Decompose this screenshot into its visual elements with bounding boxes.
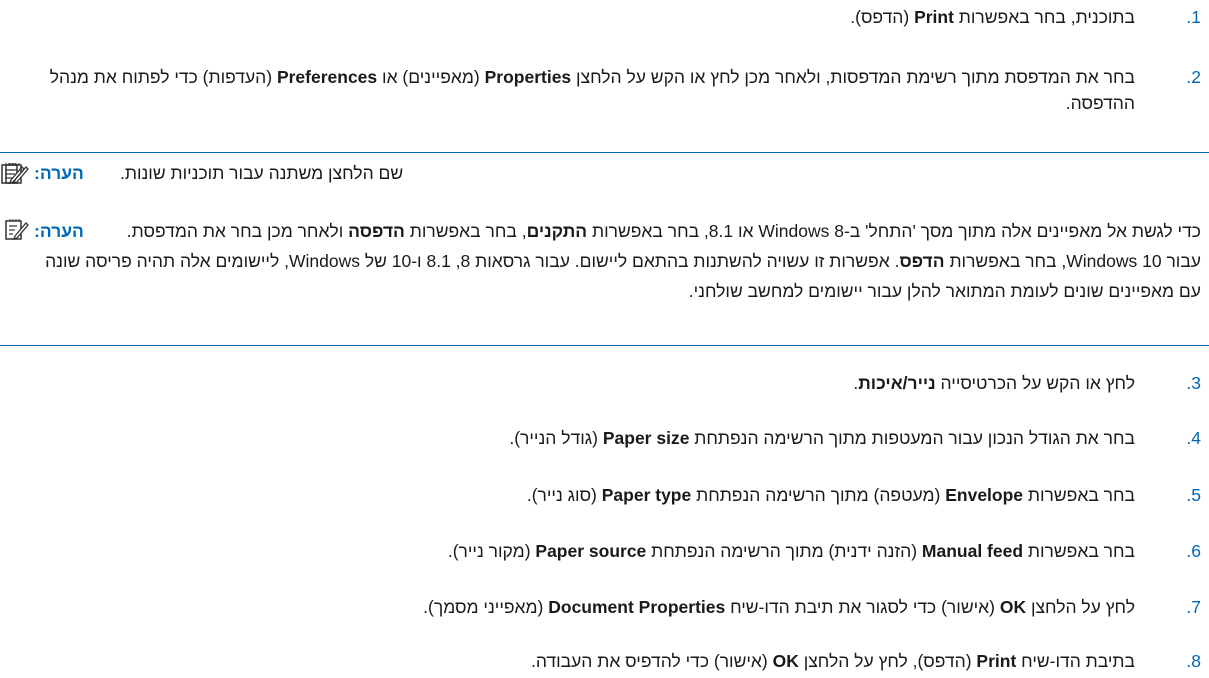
step-number: 8. [1186, 651, 1201, 671]
note-icon [5, 219, 29, 241]
step-7: 7. לחץ על הלחצן OK (אישור) כדי לסגור את … [0, 594, 1209, 620]
step-text: בחר את המדפסת מתוך רשימת המדפסות, ולאחר … [49, 67, 1135, 113]
note-2-content: הערה: כדי לגשת אל מאפיינים אלה מתוך מסך … [34, 216, 1201, 306]
step-number: 2. [1186, 67, 1201, 87]
step-text: בחר באפשרות Manual feed (הזנה ידנית) מתו… [447, 541, 1135, 561]
step-number: 7. [1186, 597, 1201, 617]
step-text: בחר באפשרות Envelope (מעטפה) מתוך הרשימה… [526, 485, 1135, 505]
note-icon [5, 163, 29, 185]
note-text: שם הלחצן משתנה עבור תוכניות שונות. [120, 163, 404, 183]
step-1: 1. בתוכנית, בחר באפשרות Print (הדפס). [0, 4, 1209, 30]
step-text: לחץ על הלחצן OK (אישור) כדי לסגור את תיב… [423, 597, 1135, 617]
note-label: הערה: [34, 163, 84, 183]
step-text: לחץ או הקש על הכרטיסייה נייר/איכות. [853, 373, 1135, 393]
step-number: 3. [1186, 373, 1201, 393]
step-3: 3. לחץ או הקש על הכרטיסייה נייר/איכות. [0, 370, 1209, 396]
note-2-text: הערה: כדי לגשת אל מאפיינים אלה מתוך מסך … [34, 216, 1201, 306]
step-5: 5. בחר באפשרות Envelope (מעטפה) מתוך הרש… [0, 482, 1209, 508]
step-number: 4. [1186, 428, 1201, 448]
note-bottom-rule [0, 345, 1209, 346]
step-text: בחר את הגודל הנכון עבור המעטפות מתוך הרש… [509, 428, 1135, 448]
note-top-rule [0, 152, 1209, 153]
step-2: 2. בחר את המדפסת מתוך רשימת המדפסות, ולא… [0, 64, 1209, 116]
step-number: 1. [1186, 7, 1201, 27]
step-number: 6. [1186, 541, 1201, 561]
step-text: בתוכנית, בחר באפשרות Print (הדפס). [850, 7, 1135, 27]
note-label: הערה: [34, 221, 84, 241]
step-8: 8. בתיבת הדו-שיח Print (הדפס), לחץ על הל… [0, 648, 1209, 674]
step-4: 4. בחר את הגודל הנכון עבור המעטפות מתוך … [0, 425, 1209, 451]
step-6: 6. בחר באפשרות Manual feed (הזנה ידנית) … [0, 538, 1209, 564]
note-body: כדי לגשת אל מאפיינים אלה מתוך מסך 'התחל'… [45, 221, 1201, 301]
step-text: בתיבת הדו-שיח Print (הדפס), לחץ על הלחצן… [530, 651, 1135, 671]
step-number: 5. [1186, 485, 1201, 505]
document-page: 1. בתוכנית, בחר באפשרות Print (הדפס). 2.… [0, 0, 1209, 678]
